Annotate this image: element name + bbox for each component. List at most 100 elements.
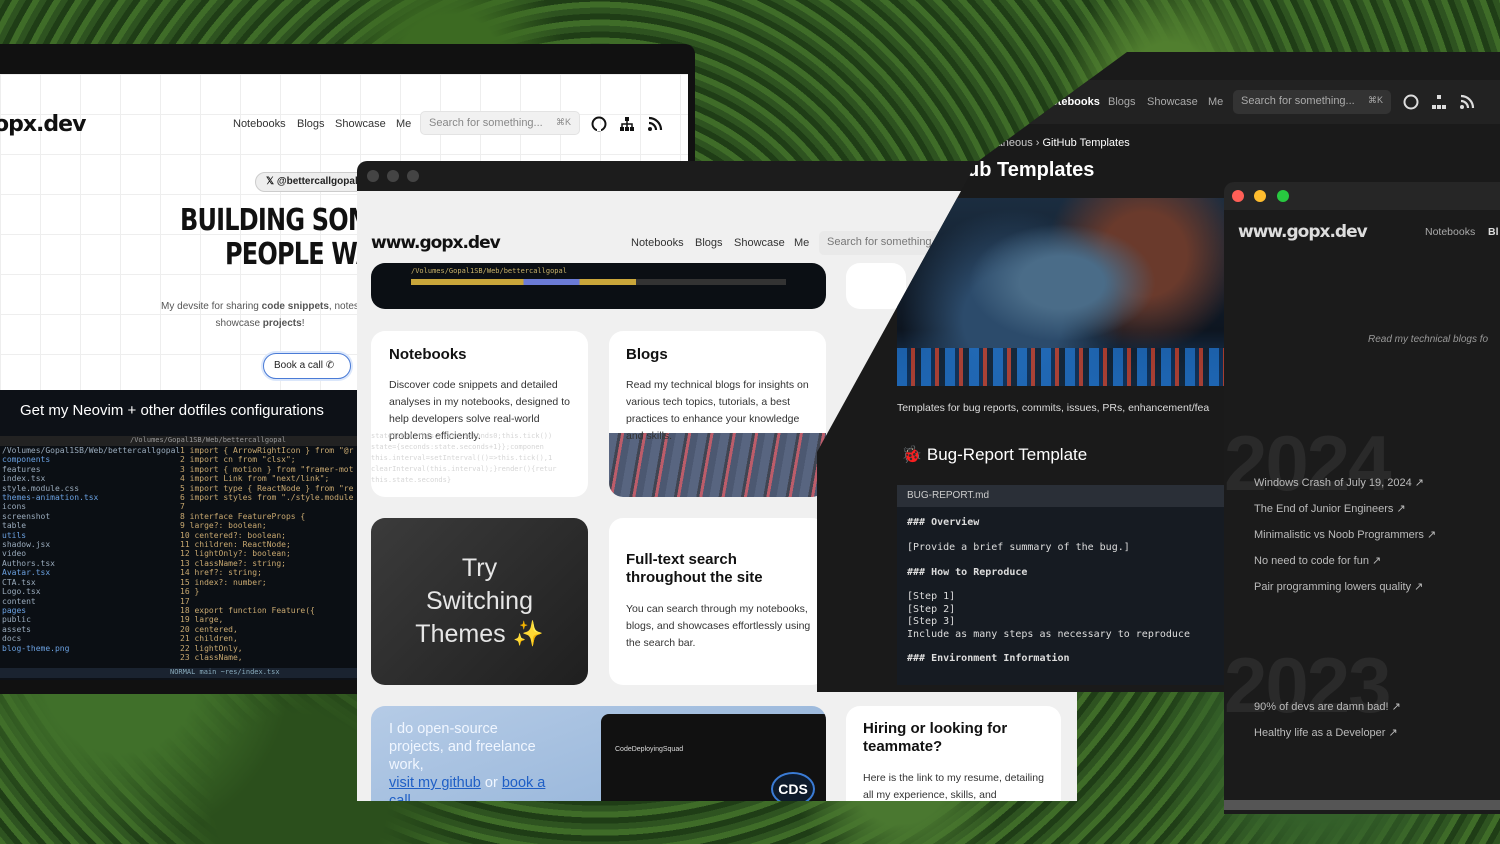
file-tree-item[interactable]: table — [2, 521, 180, 530]
file-tree-item[interactable]: icons — [2, 502, 180, 511]
file-tree-item[interactable]: components — [2, 455, 180, 464]
code-line: 10 centered?: boolean; — [180, 530, 286, 540]
github-icon[interactable] — [1403, 94, 1419, 110]
card-notebooks[interactable]: Notebooks Discover code snippets and det… — [371, 331, 588, 497]
file-tree-item[interactable]: content — [2, 597, 180, 606]
code-line: ### How to Reproduce — [907, 566, 1028, 578]
window-zoom-dot[interactable] — [1277, 190, 1289, 202]
sitemap-icon[interactable] — [1431, 94, 1447, 110]
window-close-dot[interactable] — [367, 170, 379, 182]
x-logo-icon: 𝕏 — [266, 176, 277, 187]
code-line: 19 large, — [180, 615, 224, 625]
window-minimize-dot[interactable] — [387, 170, 399, 182]
blog-post-link[interactable]: No need to code for fun ↗ — [1254, 554, 1381, 567]
site-logo[interactable]: opx.dev — [0, 112, 86, 137]
card-hiring-text: Here is the link to my resume, detailing… — [863, 772, 1044, 801]
code-line: 1 import { ArrowRightIcon } from "@r — [180, 446, 354, 455]
sitemap-icon[interactable] — [619, 116, 635, 132]
nav-blogs[interactable]: Bl — [1488, 226, 1499, 238]
blog-post-link[interactable]: Pair programming lowers quality ↗ — [1254, 580, 1423, 593]
blog-post-link[interactable]: Windows Crash of July 19, 2024 ↗ — [1254, 476, 1424, 489]
code-line: [Step 3] — [907, 616, 956, 628]
nav-blogs[interactable]: Blogs — [695, 237, 723, 249]
code-block: BUG-REPORT.md ### Overview [Provide a br… — [897, 485, 1227, 685]
card-open-source[interactable]: I do open-source projects, and freelance… — [371, 706, 826, 801]
blog-post-link[interactable]: Healthy life as a Developer ↗ — [1254, 726, 1398, 739]
search-input[interactable]: Search for something... ⌘K — [1233, 90, 1391, 114]
code-line: [Step 2] — [907, 603, 956, 615]
github-link[interactable]: visit my github — [389, 775, 481, 791]
nav-showcase[interactable]: Showcase — [335, 118, 386, 130]
nav-notebooks[interactable]: Notebooks — [631, 237, 684, 249]
nav-showcase[interactable]: Showcase — [1147, 96, 1198, 108]
card-search[interactable]: Full-text search throughout the site You… — [609, 518, 826, 685]
file-tree-item[interactable]: pages — [2, 606, 180, 615]
page-title: ub Templates — [967, 159, 1095, 181]
code-line: ### Overview — [907, 517, 980, 528]
search-shortcut: ⌘K — [555, 117, 571, 127]
file-tree-item[interactable]: assets — [2, 625, 180, 634]
card-oss-text: I do open-source projects, and freelance… — [389, 720, 554, 801]
nav-blogs[interactable]: Blogs — [297, 118, 325, 130]
file-tree-item[interactable]: themes-animation.tsx — [2, 493, 180, 502]
file-tree-item[interactable]: features — [2, 465, 180, 474]
blog-post-link[interactable]: The End of Junior Engineers ↗ — [1254, 502, 1406, 515]
bug-icon: 🐞 — [901, 445, 927, 464]
file-tree-item[interactable]: style.module.css — [2, 484, 180, 493]
twitter-handle: @bettercallgopal — [276, 176, 358, 187]
book-call-button[interactable]: Book a call ✆ — [263, 353, 351, 379]
file-tree-item[interactable]: Avatar.tsx — [2, 568, 180, 577]
code-line: Include as many steps as necessary to re… — [907, 628, 1190, 640]
github-icon[interactable] — [591, 116, 607, 132]
nav-showcase[interactable]: Showcase — [734, 237, 785, 249]
code-line: [Provide a brief summary of the bug.] — [907, 541, 1130, 553]
code-file-name: BUG-REPORT.md — [897, 485, 1227, 507]
blog-post-link[interactable]: Minimalistic vs Noob Programmers ↗ — [1254, 528, 1436, 541]
window-close-dot[interactable] — [1232, 190, 1244, 202]
nav-notebooks[interactable]: Notebooks — [1043, 96, 1100, 108]
rss-icon[interactable] — [647, 116, 663, 132]
search-input[interactable]: Search for something... ⌘K — [420, 111, 580, 135]
window-blogs-dark: www.gopx.dev Notebooks Bl Read my techni… — [1224, 182, 1500, 814]
file-tree-item[interactable]: index.tsx — [2, 474, 180, 483]
file-tree-item[interactable]: Authors.tsx — [2, 559, 180, 568]
twitter-handle-pill[interactable]: 𝕏 @bettercallgopal — [255, 172, 369, 192]
file-tree-item[interactable]: public — [2, 615, 180, 624]
site-logo[interactable]: www.gopx.dev — [1238, 222, 1368, 242]
file-tree-item[interactable]: utils — [2, 531, 180, 540]
window-zoom-dot[interactable] — [407, 170, 419, 182]
horizontal-scrollbar[interactable] — [1224, 800, 1500, 810]
nav-me[interactable]: Me — [1208, 96, 1223, 108]
code-line: [Step 1] — [907, 591, 956, 603]
file-tree-item[interactable]: /Volumes/Gopal1SB/Web/bettercallgopal — [2, 446, 180, 455]
code-line: 6 import styles from "./style.module — [180, 493, 354, 503]
nav-me[interactable]: Me — [396, 118, 411, 130]
file-tree-item[interactable]: video — [2, 549, 180, 558]
breadcrumb: ...laneous › GitHub Templates — [985, 137, 1130, 149]
card-partial — [846, 263, 906, 309]
file-tree-item[interactable]: docs — [2, 634, 180, 643]
file-tree-item[interactable]: CTA.tsx — [2, 578, 180, 587]
cds-screenshot: CodeDeployingSquad CDS — [601, 714, 826, 801]
card-themes[interactable]: Try Switching Themes ✨ — [371, 518, 588, 685]
file-tree-item[interactable]: screenshot — [2, 512, 180, 521]
nav-notebooks[interactable]: Notebooks — [1425, 226, 1475, 238]
section-title: 🐞 Bug-Report Template — [901, 445, 1088, 464]
nav-blogs[interactable]: Blogs — [1108, 96, 1136, 108]
site-logo[interactable]: www.gopx.dev — [371, 233, 501, 253]
blog-post-link[interactable]: 90% of devs are damn bad! ↗ — [1254, 700, 1401, 713]
code-line: 4 import Link from "next/link"; — [180, 474, 330, 484]
nav-notebooks[interactable]: Notebooks — [233, 118, 286, 130]
file-tree-item[interactable]: blog-theme.png — [2, 644, 180, 653]
card-blogs[interactable]: Blogs Read my technical blogs for insigh… — [609, 331, 826, 497]
file-tree-item[interactable]: Logo.tsx — [2, 587, 180, 596]
card-hiring[interactable]: Hiring or looking for teammate? Here is … — [846, 706, 1061, 801]
code-line: 14 href?: string; — [180, 568, 262, 578]
nav-me[interactable]: Me — [794, 237, 809, 249]
titlebar — [1224, 182, 1500, 210]
file-tree-item[interactable]: shadow.jsx — [2, 540, 180, 549]
rss-icon[interactable] — [1459, 94, 1475, 110]
window-minimize-dot[interactable] — [1254, 190, 1266, 202]
